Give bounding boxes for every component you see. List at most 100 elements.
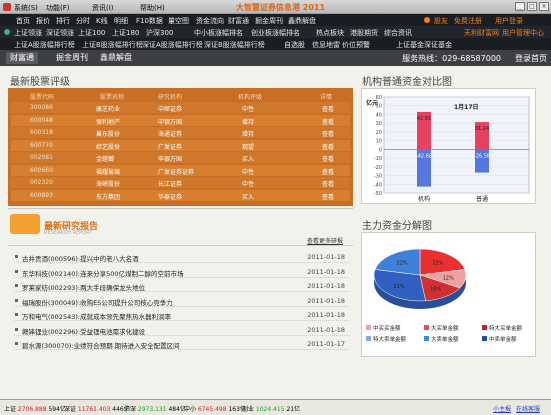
fund-breakdown-chart: 22% 12% 15% 31% 22% 中买买金额 大买单金额 特大买单金额 特大卖单金额 大卖单… xyxy=(361,232,536,357)
tb-kline[interactable]: K线 xyxy=(96,16,108,26)
report-list: 古井贡酒(000596):提兴中的老八大名酒 2011-01-18 东华科技(002… xyxy=(8,251,353,399)
report-title[interactable]: 碧水源(300070):业绩符合预期 期待进入安全配置区间 xyxy=(22,340,180,350)
report-date: 2011-01-18 xyxy=(307,282,345,290)
detail-link[interactable]: 查看 xyxy=(322,192,334,201)
cell-name: 金螳螂 xyxy=(96,156,115,163)
index-2[interactable]: 沪深 2973.131 484亿 xyxy=(124,404,186,413)
cell-name: 保利地产 xyxy=(96,118,121,126)
menu-function[interactable]: 功能(F) xyxy=(46,3,70,13)
tb-timeshare[interactable]: 分时 xyxy=(76,16,90,26)
home-link[interactable]: 登录首页 xyxy=(515,53,547,64)
report-title[interactable]: 东华科技(002140):连来分享500亿煤制二醇的空前市场 xyxy=(22,268,183,278)
tb2-sh180[interactable]: 上证180 xyxy=(112,28,139,38)
legend-swatch xyxy=(366,336,371,341)
list-item[interactable]: 碧水源(300070):业绩符合预期 期待进入安全配置区间 2011-01-17 xyxy=(14,338,349,350)
tb3-sha-rank[interactable]: 上证A股涨幅排行榜 xyxy=(14,40,75,50)
minimize-button[interactable]: _ xyxy=(515,2,525,11)
login-link[interactable]: 用户登录 xyxy=(495,16,523,26)
tb2-sz-leader[interactable]: 深证领涨 xyxy=(46,28,74,38)
tb3-sz-fund[interactable]: 深证基金 xyxy=(424,40,452,50)
ratings-table: 股票代码 股票名称 研究机构 机构评级 详情 300086 康芝药业 中邮证券 中性查… xyxy=(8,88,353,206)
detail-link[interactable]: 查看 xyxy=(322,117,334,126)
close-button[interactable]: × xyxy=(539,2,549,11)
list-item[interactable]: 罗莱家纺(002293):两大手段确保龙头地位 2011-01-18 xyxy=(14,280,349,292)
tb3-shb-rank[interactable]: 上证B股涨幅排行榜 xyxy=(82,40,143,50)
tb-fundflow[interactable]: 资金流向 xyxy=(196,16,224,26)
bullet-icon xyxy=(15,313,18,316)
tianli-link[interactable]: 天利财富网 xyxy=(464,28,499,38)
support-link[interactable]: 在线客服 xyxy=(516,404,540,413)
index-0[interactable]: 上证 2706.888 594亿 xyxy=(4,404,66,413)
tb-volume[interactable]: 量空图 xyxy=(168,16,189,26)
app-logo-icon xyxy=(3,3,11,11)
report-title[interactable]: 罗莱家纺(002293):两大手段确保龙头地位 xyxy=(22,282,145,292)
tab-juejin[interactable]: 掘金周刊 xyxy=(52,52,92,64)
tb2-hk-futures[interactable]: 港股期货 xyxy=(350,28,378,38)
detail-link[interactable]: 查看 xyxy=(322,179,334,188)
index-label: 深证 xyxy=(64,406,78,413)
cell-code: 600660 xyxy=(30,166,53,174)
report-title[interactable]: 赣锋锂业(002296):受益锂电池需求化建设 xyxy=(22,326,145,336)
tb2-smb-rank[interactable]: 中小板涨幅排名 xyxy=(194,28,243,38)
broker-link[interactable]: 小主报 xyxy=(493,404,511,413)
detail-link[interactable]: 查看 xyxy=(322,129,334,138)
tb-quote[interactable]: 报价 xyxy=(36,16,50,26)
tb-juejin[interactable]: 掘金周刊 xyxy=(255,16,283,26)
tb3-info-mine[interactable]: 信息地雷 xyxy=(312,40,340,50)
tb2-hs300[interactable]: 沪深300 xyxy=(146,28,173,38)
tb-caifutong[interactable]: 财富通 xyxy=(228,16,249,26)
list-item[interactable]: 万和电气(002543):成就成本领先聚焦热水器利润率 2011-01-18 xyxy=(14,309,349,321)
legend-label: 特大买单金额 xyxy=(489,324,523,332)
menu-system[interactable]: 系统(S) xyxy=(14,3,38,13)
tb3-watchlist[interactable]: 自选股 xyxy=(284,40,305,50)
tb3-sza-rank[interactable]: 深证A股涨幅排行榜 xyxy=(142,40,203,50)
index-4[interactable]: 创业 1024.415 21亿 xyxy=(242,404,300,413)
list-item[interactable]: 东华科技(002140):连来分享500亿煤制二醇的空前市场 2011-01-18 xyxy=(14,266,349,278)
tb3-price-alert[interactable]: 价位预警 xyxy=(342,40,370,50)
maximize-button[interactable]: □ xyxy=(527,2,537,11)
tb3-szb-rank[interactable]: 深证B股涨幅排行榜 xyxy=(204,40,265,50)
y-tick-label: -50 xyxy=(374,191,382,197)
tb-guyou[interactable]: 股友 xyxy=(434,16,448,26)
index-label: 创业 xyxy=(242,406,256,413)
register-link[interactable]: 免费注册 xyxy=(454,16,482,26)
detail-link[interactable]: 查看 xyxy=(322,104,334,113)
cell-name: 海峡股份 xyxy=(96,181,121,188)
tb2-sh-leader[interactable]: 上证领涨 xyxy=(14,28,42,38)
more-reports-link[interactable]: 查看更多研报 xyxy=(307,236,343,245)
report-title[interactable]: 福瑞股份(300049):收购ES公司提升公司核心竞争力 xyxy=(22,297,173,307)
list-item[interactable]: 古井贡酒(000596):提兴中的老八大名酒 2011-01-18 xyxy=(14,251,349,263)
tb2-sh100[interactable]: 上证100 xyxy=(78,28,105,38)
cell-rating: 买入 xyxy=(242,193,255,201)
report-title[interactable]: 古井贡酒(000596):提兴中的老八大名酒 xyxy=(22,253,139,263)
list-item[interactable]: 福瑞股份(300049):收购ES公司提升公司核心竞争力 2011-01-18 xyxy=(14,295,349,307)
tb2-hot-sector[interactable]: 热点板块 xyxy=(316,28,344,38)
ratings-title: 最新股票评级 xyxy=(10,77,70,88)
index-3[interactable]: 中小 6745.498 163亿 xyxy=(184,404,246,413)
toolbar-main: 首页 报价 排行 分时 K线 明细 F10数据 量空图 资金流向 财富通 掘金周… xyxy=(0,14,551,26)
tab-caifutong[interactable]: 财富通 xyxy=(6,52,38,64)
slice-label: 22% xyxy=(397,260,408,266)
report-title[interactable]: 万和电气(002543):成就成本领先聚焦热水器利润率 xyxy=(22,311,171,321)
tb-home[interactable]: 首页 xyxy=(16,16,30,26)
tb2-gem-rank[interactable]: 创业板涨幅排名 xyxy=(251,28,300,38)
tb-f10[interactable]: F10数据 xyxy=(136,16,163,26)
y-tick-label: 10 xyxy=(376,139,382,145)
col-rating: 机构评级 xyxy=(238,94,263,101)
tab-xinding[interactable]: 鑫鼎解盘 xyxy=(96,52,136,64)
menu-info[interactable]: 资讯(I) xyxy=(92,3,114,13)
index-1[interactable]: 深证 11761.403 446亿 xyxy=(64,404,130,413)
legend-label: 特大卖单金额 xyxy=(373,335,407,343)
tb-xinding[interactable]: 鑫鼎解盘 xyxy=(288,16,316,26)
detail-link[interactable]: 查看 xyxy=(322,167,334,176)
tb-detail[interactable]: 明细 xyxy=(114,16,128,26)
detail-link[interactable]: 查看 xyxy=(322,142,334,151)
cell-rating: 买入 xyxy=(242,156,255,163)
tb-rank[interactable]: 排行 xyxy=(56,16,70,26)
list-item[interactable]: 赣锋锂业(002296):受益锂电池需求化建设 2011-01-18 xyxy=(14,324,349,336)
tb2-news[interactable]: 综合资讯 xyxy=(384,28,412,38)
menu-help[interactable]: 帮助(H) xyxy=(140,3,165,13)
tb3-sh-fund[interactable]: 上证基金 xyxy=(396,40,424,50)
user-center-link[interactable]: 用户管理中心 xyxy=(502,28,544,38)
detail-link[interactable]: 查看 xyxy=(322,154,334,163)
